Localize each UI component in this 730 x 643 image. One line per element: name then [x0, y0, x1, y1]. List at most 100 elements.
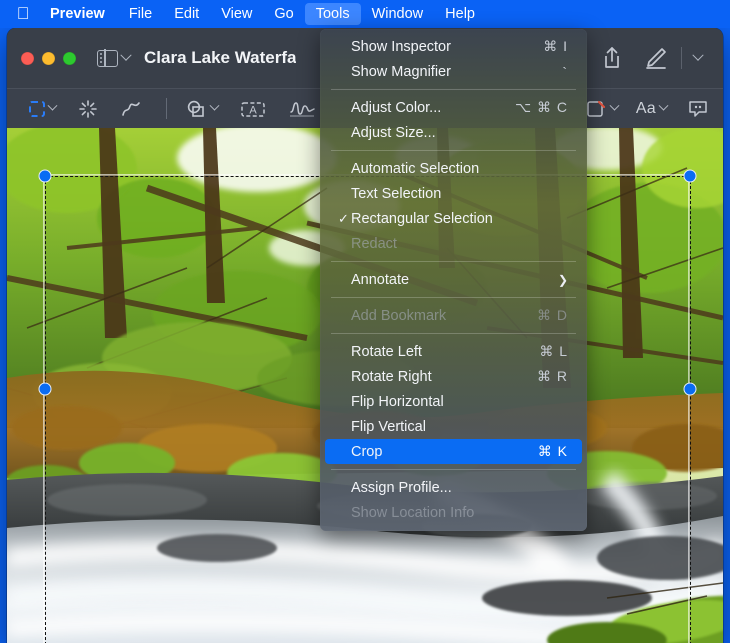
- menu-tools[interactable]: Tools: [304, 3, 361, 25]
- menu-item-label: Rectangular Selection: [351, 210, 493, 227]
- menu-item-label: Show Location Info: [351, 504, 475, 521]
- chevron-down-icon: [609, 100, 620, 111]
- markup-toolbar-right: Aa: [585, 99, 709, 119]
- menu-item-show-magnifier[interactable]: Show Magnifier `: [325, 59, 582, 84]
- text-box-icon: A: [241, 101, 265, 117]
- menu-item-label: Rotate Left: [351, 343, 422, 360]
- text-tool[interactable]: A: [240, 99, 266, 119]
- font-tool[interactable]: Aa: [635, 99, 669, 118]
- handle-top-left[interactable]: [38, 169, 52, 183]
- shapes-icon: [187, 100, 204, 117]
- checkmark-icon: ✓: [338, 210, 349, 226]
- menu-item-add-bookmark: Add Bookmark ⌘ D: [325, 303, 582, 328]
- menu-item-label: Show Magnifier: [351, 63, 451, 80]
- menu-item-label: Annotate: [351, 271, 410, 288]
- menu-item-flip-vertical[interactable]: Flip Vertical: [325, 414, 582, 439]
- menu-item-shortcut: ⌘ D: [537, 307, 568, 323]
- menu-item-text-selection[interactable]: Text Selection: [325, 181, 582, 206]
- menu-go[interactable]: Go: [263, 3, 304, 25]
- share-icon: [605, 47, 619, 68]
- menu-separator: [331, 469, 576, 470]
- signature-icon: [290, 101, 315, 117]
- chevron-down-icon: [209, 100, 220, 111]
- menu-item-shortcut: `: [562, 63, 568, 80]
- menu-separator: [331, 89, 576, 90]
- instant-alpha-tool[interactable]: [78, 99, 98, 119]
- menu-item-automatic-selection[interactable]: Automatic Selection: [325, 156, 582, 181]
- menu-item-label: Add Bookmark: [351, 307, 447, 324]
- toolbar-divider: [681, 47, 682, 69]
- tools-dropdown-menu: Show Inspector ⌘ I Show Magnifier ` Adjust C…: [320, 29, 587, 531]
- menu-item-shortcut: ⌘ R: [537, 368, 568, 384]
- menu-item-shortcut: ⌥ ⌘ C: [514, 99, 568, 115]
- menu-item-rotate-left[interactable]: Rotate Left ⌘ L: [325, 339, 582, 364]
- menu-item-show-location-info: Show Location Info: [325, 500, 582, 525]
- svg-text:A: A: [249, 104, 257, 116]
- menu-item-redact: Redact: [325, 231, 582, 256]
- sketch-icon: [122, 101, 140, 116]
- shape-style-icon: [587, 100, 605, 117]
- menu-item-shortcut: ⌘ L: [539, 343, 568, 359]
- menu-item-label: Adjust Size...: [351, 124, 436, 141]
- menu-item-annotate[interactable]: Annotate ❯: [325, 267, 582, 292]
- close-button[interactable]: [21, 51, 34, 65]
- menu-item-flip-horizontal[interactable]: Flip Horizontal: [325, 389, 582, 414]
- shape-style-tool[interactable]: [585, 99, 620, 119]
- menu-separator: [331, 261, 576, 262]
- menu-view[interactable]: View: [210, 3, 263, 25]
- sidebar-icon: [97, 48, 118, 68]
- handle-middle-right[interactable]: [683, 382, 697, 396]
- menu-edit[interactable]: Edit: [163, 3, 210, 25]
- apple-logo-icon[interactable]: : [8, 5, 38, 24]
- sketch-tool[interactable]: [120, 99, 142, 119]
- rectangular-selection-tool[interactable]: [29, 100, 58, 117]
- menu-item-shortcut: ⌘ K: [537, 443, 568, 459]
- minimize-button[interactable]: [42, 51, 55, 65]
- menu-item-adjust-color[interactable]: Adjust Color... ⌥ ⌘ C: [325, 95, 582, 120]
- sidebar-toggle-button[interactable]: [97, 48, 132, 68]
- shapes-tool[interactable]: [185, 99, 220, 119]
- menu-item-rotate-right[interactable]: Rotate Right ⌘ R: [325, 364, 582, 389]
- menu-item-rectangular-selection[interactable]: ✓ Rectangular Selection: [325, 206, 582, 231]
- chevron-down-icon: [692, 49, 704, 61]
- markup-divider: [166, 98, 167, 119]
- menu-item-assign-profile[interactable]: Assign Profile...: [325, 475, 582, 500]
- menu-separator: [331, 333, 576, 334]
- handle-top-right[interactable]: [683, 169, 697, 183]
- signature-tool[interactable]: [288, 99, 316, 119]
- menu-item-label: Redact: [351, 235, 397, 252]
- menu-file[interactable]: File: [118, 3, 163, 25]
- note-tool[interactable]: [687, 99, 709, 119]
- menu-separator: [331, 297, 576, 298]
- toolbar-overflow-button[interactable]: [685, 38, 711, 78]
- menu-item-label: Flip Horizontal: [351, 393, 444, 410]
- selection-rect-icon: [29, 100, 45, 117]
- markup-button[interactable]: [634, 38, 678, 78]
- chevron-down-icon: [120, 49, 132, 61]
- instant-alpha-icon: [79, 99, 97, 118]
- traffic-lights: [21, 51, 76, 65]
- menu-window[interactable]: Window: [361, 3, 435, 25]
- menu-preview[interactable]: Preview: [38, 3, 118, 25]
- menu-item-shortcut: ⌘ I: [543, 38, 568, 54]
- page-title: Clara Lake Waterfa: [144, 48, 297, 67]
- font-tool-label: Aa: [635, 99, 656, 117]
- menu-item-label: Text Selection: [351, 185, 442, 202]
- menu-item-show-inspector[interactable]: Show Inspector ⌘ I: [325, 34, 582, 59]
- menu-item-label: Assign Profile...: [351, 479, 452, 496]
- markup-pen-icon: [646, 48, 666, 69]
- menu-item-label: Show Inspector: [351, 38, 451, 55]
- menu-item-crop[interactable]: Crop ⌘ K: [325, 439, 582, 464]
- share-button[interactable]: [590, 38, 634, 78]
- titlebar-tools: [590, 28, 711, 88]
- zoom-button[interactable]: [63, 51, 76, 65]
- menu-item-label: Rotate Right: [351, 368, 432, 385]
- menu-separator: [331, 150, 576, 151]
- menu-item-adjust-size[interactable]: Adjust Size...: [325, 120, 582, 145]
- submenu-arrow-icon: ❯: [557, 272, 568, 287]
- menu-item-label: Crop: [351, 443, 383, 460]
- menu-item-label: Adjust Color...: [351, 99, 442, 116]
- menu-help[interactable]: Help: [434, 3, 486, 25]
- handle-middle-left[interactable]: [38, 382, 52, 396]
- note-bubble-icon: [689, 100, 707, 117]
